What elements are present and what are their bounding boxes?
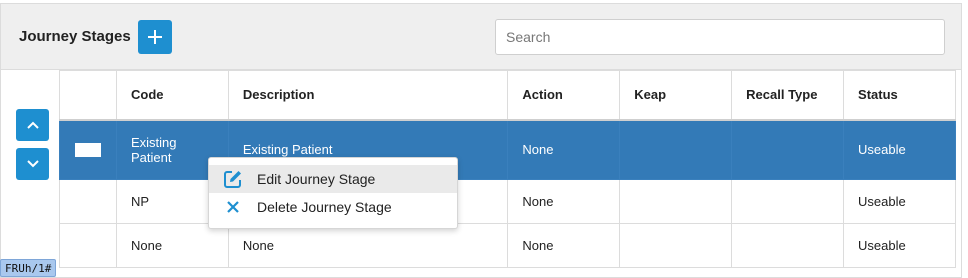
column-header-recall-type[interactable]: Recall Type	[731, 70, 845, 121]
move-up-button[interactable]	[16, 109, 49, 141]
column-header-status[interactable]: Status	[843, 70, 956, 121]
table-header-row: Code Description Action Keap Recall Type…	[59, 70, 956, 121]
keap-cell	[619, 223, 733, 268]
menu-item-label: Delete Journey Stage	[257, 199, 392, 215]
row-select-cell[interactable]	[59, 179, 117, 224]
table-row[interactable]: NP None Useable	[59, 179, 956, 224]
row-select-cell[interactable]	[59, 119, 117, 180]
status-cell: Useable	[843, 223, 956, 268]
code-line: Patient	[130, 149, 172, 165]
column-header-keap[interactable]: Keap	[619, 70, 733, 121]
action-cell: None	[507, 119, 621, 180]
status-cell: Useable	[843, 119, 956, 180]
chevron-down-icon	[26, 160, 39, 168]
action-cell: None	[507, 223, 621, 268]
close-icon	[223, 197, 243, 217]
recall-type-cell	[731, 223, 845, 268]
panel-header: Journey Stages	[1, 4, 961, 70]
description-cell: None	[227, 223, 509, 268]
debug-tag: FRUh/1#	[0, 259, 57, 277]
column-header-description[interactable]: Description	[227, 70, 509, 121]
journey-stages-table: Code Description Action Keap Recall Type…	[59, 70, 956, 268]
column-header-select	[59, 70, 117, 121]
row-select-checkbox[interactable]	[75, 142, 101, 157]
status-cell: Useable	[843, 179, 956, 224]
row-select-cell[interactable]	[59, 223, 117, 268]
menu-item-label: Edit Journey Stage	[257, 171, 376, 187]
delete-journey-stage-menu-item[interactable]: Delete Journey Stage	[209, 193, 457, 221]
page-title: Journey Stages	[19, 28, 131, 45]
keap-cell	[619, 119, 733, 180]
table-row[interactable]: Existing Patient Existing Patient None U…	[59, 119, 956, 180]
recall-type-cell	[731, 179, 845, 224]
action-cell: None	[507, 179, 621, 224]
row-context-menu: Edit Journey Stage Delete Journey Stage	[208, 157, 458, 229]
column-header-code[interactable]: Code	[115, 70, 229, 121]
move-down-button[interactable]	[16, 148, 49, 180]
code-line: Existing	[130, 134, 177, 150]
code-cell: None	[115, 223, 229, 268]
recall-type-cell	[731, 119, 845, 180]
plus-icon	[148, 30, 162, 44]
add-journey-stage-button[interactable]	[138, 20, 172, 54]
search-input[interactable]	[495, 19, 945, 55]
edit-icon	[223, 169, 243, 189]
keap-cell	[619, 179, 733, 224]
column-header-action[interactable]: Action	[507, 70, 621, 121]
table-row[interactable]: None None None Useable	[59, 223, 956, 268]
edit-journey-stage-menu-item[interactable]: Edit Journey Stage	[209, 165, 457, 193]
chevron-up-icon	[26, 121, 39, 129]
